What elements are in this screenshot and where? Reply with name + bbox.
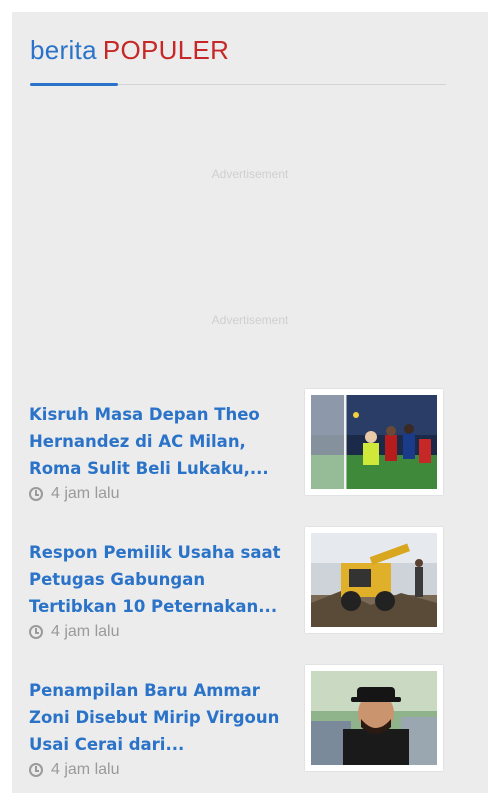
news-item[interactable]: Penampilan Baru Ammar Zoni Disebut Mirip… bbox=[29, 665, 461, 787]
news-item[interactable]: Respon Pemilik Usaha saat Petugas Gabung… bbox=[29, 527, 461, 649]
title-underline bbox=[30, 83, 118, 86]
popular-news-widget: berita POPULER Advertisement Advertisemen… bbox=[12, 12, 488, 793]
news-thumbnail[interactable] bbox=[305, 527, 443, 633]
clock-icon bbox=[29, 625, 43, 639]
clock-icon bbox=[29, 487, 43, 501]
news-timestamp: 4 jam lalu bbox=[29, 623, 119, 641]
news-thumbnail[interactable] bbox=[305, 665, 443, 771]
advertisement-label: Advertisement bbox=[211, 313, 289, 327]
advertisement-label: Advertisement bbox=[211, 167, 289, 181]
excavator-photo bbox=[311, 533, 437, 627]
widget-title: berita POPULER bbox=[30, 34, 446, 66]
time-label: 4 jam lalu bbox=[51, 761, 120, 778]
news-thumbnail[interactable] bbox=[305, 389, 443, 495]
news-item[interactable]: Kisruh Masa Depan Theo Hernandez di AC M… bbox=[29, 389, 461, 511]
title-word-berita: berita bbox=[30, 35, 97, 65]
time-label: 4 jam lalu bbox=[51, 623, 120, 640]
widget-header: berita POPULER bbox=[30, 34, 446, 86]
news-timestamp: 4 jam lalu bbox=[29, 485, 119, 503]
news-timestamp: 4 jam lalu bbox=[29, 761, 119, 779]
news-headline-link[interactable]: Respon Pemilik Usaha saat Petugas Gabung… bbox=[29, 539, 287, 620]
clock-icon bbox=[29, 763, 43, 777]
title-word-populer: POPULER bbox=[102, 35, 230, 65]
man-in-hat-photo bbox=[311, 671, 437, 765]
football-match-photo bbox=[311, 395, 437, 489]
time-label: 4 jam lalu bbox=[51, 485, 120, 502]
news-headline-link[interactable]: Penampilan Baru Ammar Zoni Disebut Mirip… bbox=[29, 677, 287, 758]
news-headline-link[interactable]: Kisruh Masa Depan Theo Hernandez di AC M… bbox=[29, 401, 287, 482]
